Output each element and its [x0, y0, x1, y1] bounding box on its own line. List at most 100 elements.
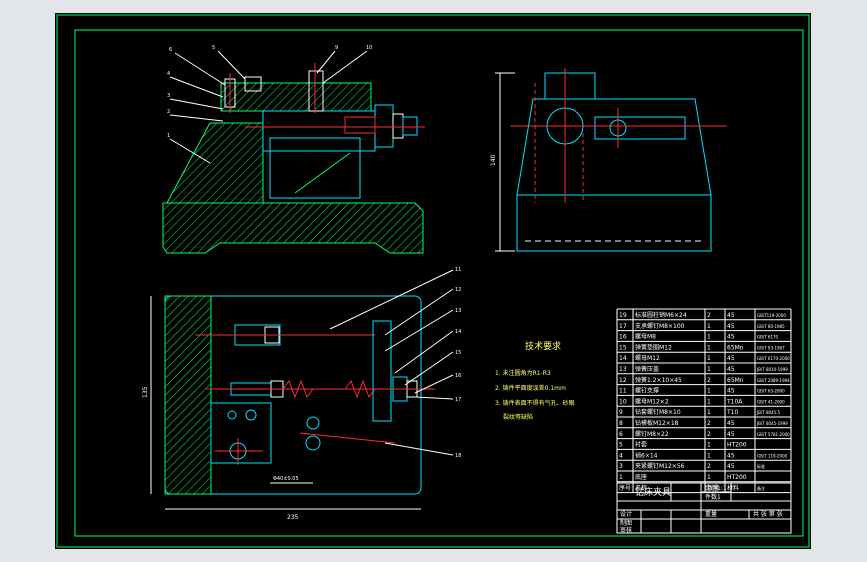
part-label: 18: [455, 453, 461, 459]
scale-value: 1:1: [717, 485, 727, 492]
top-block: [210, 402, 272, 464]
bom-cell-mat: HT200: [727, 442, 747, 449]
bom-cell-qty: 1: [707, 452, 711, 459]
bom-cell-qty: 1: [707, 355, 711, 362]
bom-cell-no: 序号: [619, 484, 631, 492]
tech-req-item: 2. 铸件平面度误差0.1mm: [495, 384, 566, 392]
bom-cell-no: 3: [619, 463, 623, 470]
front-top-plate: [220, 82, 372, 112]
bom-cell-no: 14: [619, 355, 627, 362]
bom-cell-name: 钻模板M12×18: [635, 419, 679, 427]
bom-cell-name: 螺母M12×2: [635, 397, 669, 405]
bom-cell-std: GB/T119-2000: [757, 313, 786, 318]
bom-cell-std: GB/T 2089-1994: [757, 378, 790, 383]
bom-cell-mat: HT200: [727, 474, 747, 481]
part-label: 4: [167, 71, 170, 77]
bom-cell-qty: 1: [707, 442, 711, 449]
front-view: [162, 50, 425, 254]
weight-label: 重量: [705, 510, 717, 518]
bom-cell-name: 螺母M12: [635, 354, 660, 362]
tech-req-item: 3. 铸件表面不得有气孔、砂眼: [495, 399, 575, 407]
bom-cell-qty: 1: [707, 344, 711, 351]
part-label: 16: [455, 373, 461, 379]
side-base: [516, 194, 712, 252]
side-body: [516, 98, 712, 196]
bom-cell-name: 标准圆柱销M6×24: [635, 311, 687, 319]
bom-cell-name: 钻套螺钉M8×10: [635, 408, 681, 416]
bom-cell-no: 10: [619, 398, 627, 405]
bom-cell-mat: T10A: [726, 398, 743, 405]
cad-viewport[interactable]: 140 135 235 Φ40±0.05 6 5 4 3 2 1 9 10 11…: [55, 13, 811, 549]
bom-cell-mat: 45: [727, 388, 735, 395]
bom-cell-mat: 45: [727, 323, 735, 330]
bom-cell-qty: 1: [707, 334, 711, 341]
tech-requirements: 技术要求 1. 未注圆角为R1-R3 2. 铸件平面度误差0.1mm 3. 铸件…: [495, 340, 575, 421]
bom-cell-mat: 45: [727, 312, 735, 319]
bom-cell-no: 1: [619, 474, 623, 481]
part-label: 15: [455, 350, 461, 356]
bom-cell-std: JB/T 8045.5: [756, 410, 780, 415]
bom-cell-no: 11: [619, 388, 627, 395]
bom-cell-mat: 材料: [727, 484, 739, 492]
dim-top-height: 135: [142, 386, 149, 398]
front-base: [162, 202, 424, 254]
bom-cell-name: 弹簧1.2×10×45: [635, 376, 682, 384]
bom-cell-no: 6: [619, 431, 623, 438]
qty-label: 件数: [705, 493, 717, 501]
draw-label: 制图: [620, 519, 632, 527]
bom-cell-name: 弹簧垫圈M12: [635, 343, 672, 351]
bom-cell-name: 夹紧螺钉M12×56: [635, 462, 685, 470]
drawing-title: 钻床夹具: [635, 486, 671, 498]
part-label: 14: [455, 329, 461, 335]
side-view: [495, 68, 727, 252]
bom-cell-std: JB/T 8010-1999: [756, 367, 788, 372]
part-label: 1: [167, 133, 170, 139]
part-label: 6: [169, 47, 172, 53]
bom-cell-qty: 2: [707, 312, 711, 319]
bom-cell-mat: 45: [727, 431, 735, 438]
bom-cell-std: GB/T 80-1985: [757, 324, 785, 329]
bom-cell-qty: 1: [707, 474, 711, 481]
bom-cell-name: 销6×14: [635, 451, 658, 459]
bom-cell-std: GB/T 41-2000: [757, 399, 785, 404]
bom-cell-mat: 45: [727, 420, 735, 427]
part-label: 3: [167, 93, 170, 99]
bom-cell-std: GB/T 119-2000: [757, 453, 788, 458]
bom-cell-std: 备注: [757, 485, 765, 491]
bom-cell-std: GB/T 6170: [757, 335, 779, 340]
top-view: [150, 269, 454, 510]
bom-cell-std: GB/T 6170-2000: [757, 356, 790, 361]
bom-cell-qty: 1: [707, 366, 711, 373]
bom-cell-no: 4: [619, 452, 623, 459]
bom-table: 19 标准圆柱销M6×24 2 45 GB/T119-200017 支承螺钉M8×100 1…: [616, 308, 792, 494]
bom-cell-qty: 1: [707, 388, 711, 395]
bom-cell-no: 8: [619, 420, 623, 427]
bom-cell-mat: 45: [727, 463, 735, 470]
scale-label: 比例: [705, 484, 717, 492]
bom-cell-mat: 65Mn: [727, 377, 744, 384]
bom-cell-qty: 2: [707, 431, 711, 438]
bom-cell-qty: 1: [707, 323, 711, 330]
bom-cell-std: GB/T 65-2000: [757, 389, 785, 394]
dim-front-height: 140: [490, 154, 497, 166]
front-slot: [269, 137, 361, 199]
bom-cell-qty: 2: [707, 420, 711, 427]
part-label: 5: [212, 45, 215, 51]
bom-cell-qty: 2: [707, 377, 711, 384]
bom-cell-name: 底座: [635, 473, 647, 481]
bom-cell-no: 12: [619, 377, 627, 384]
part-label: 9: [335, 45, 338, 51]
bom-cell-name: 支承螺钉M8×100: [635, 322, 685, 330]
bom-cell-std: GB/T 93-1987: [757, 345, 785, 350]
bom-cell-std: JB/T 8045-1999: [756, 421, 788, 426]
qty-value: 1: [717, 494, 721, 501]
dim-top-width: 235: [287, 514, 299, 521]
front-body: [166, 122, 264, 204]
part-label: 11: [455, 267, 461, 273]
part-label: 10: [366, 45, 372, 51]
dim-top-inner: Φ40±0.05: [273, 476, 299, 482]
bom-cell-mat: 65Mn: [727, 344, 744, 351]
bom-cell-no: 13: [619, 366, 627, 373]
bom-cell-qty: 1: [707, 409, 711, 416]
tech-req-title: 技术要求: [525, 340, 561, 352]
